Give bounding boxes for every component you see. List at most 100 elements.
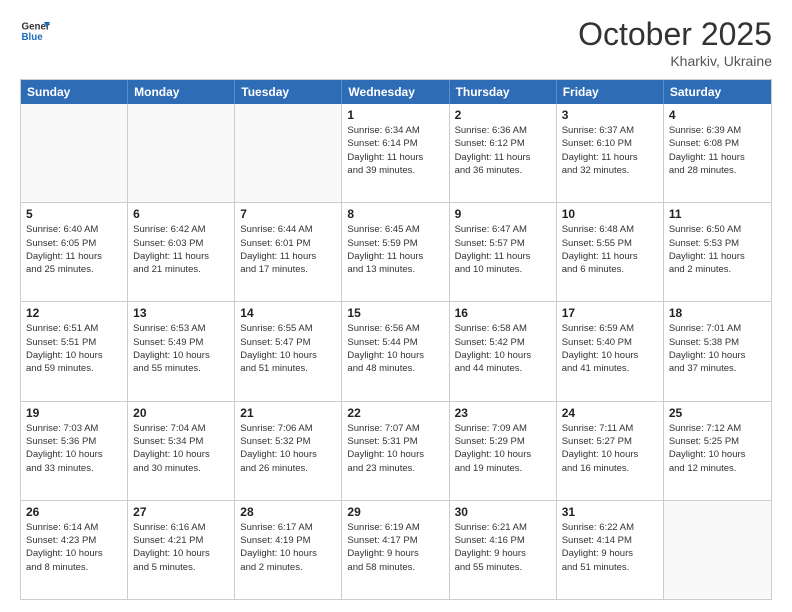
day-number: 3 (562, 108, 658, 122)
calendar-cell: 19Sunrise: 7:03 AM Sunset: 5:36 PM Dayli… (21, 402, 128, 500)
calendar-cell: 15 Sunrise: 6:56 AM Sunset: 5:44 PM Dayli… (342, 302, 449, 400)
day-info: Sunrise: 6:42 AM Sunset: 6:03 PM Dayligh… (133, 223, 229, 276)
day-number: 26 (26, 505, 122, 519)
day-number: 8 (347, 207, 443, 221)
calendar-cell: 20Sunrise: 7:04 AM Sunset: 5:34 PM Dayli… (128, 402, 235, 500)
day-number: 7 (240, 207, 336, 221)
header: General Blue October 2025 Kharkiv, Ukrai… (20, 16, 772, 69)
svg-text:Blue: Blue (22, 32, 44, 43)
calendar-cell (128, 104, 235, 202)
day-number: 10 (562, 207, 658, 221)
calendar-cell: 1 Sunrise: 6:34 AM Sunset: 6:14 PM Daylig… (342, 104, 449, 202)
logo: General Blue (20, 16, 50, 46)
day-info: Sunrise: 6:39 AM Sunset: 6:08 PM Dayligh… (669, 124, 766, 177)
day-number: 25 (669, 406, 766, 420)
calendar-cell: 6 Sunrise: 6:42 AM Sunset: 6:03 PM Daylig… (128, 203, 235, 301)
calendar-cell: 27 Sunrise: 6:16 AM Sunset: 4:21 PM Dayli… (128, 501, 235, 599)
title-block: October 2025 Kharkiv, Ukraine (578, 16, 772, 69)
day-number: 18 (669, 306, 766, 320)
day-number: 12 (26, 306, 122, 320)
calendar-cell: 12 Sunrise: 6:51 AM Sunset: 5:51 PM Dayli… (21, 302, 128, 400)
day-info: Sunrise: 6:44 AM Sunset: 6:01 PM Dayligh… (240, 223, 336, 276)
calendar-cell: 11 Sunrise: 6:50 AM Sunset: 5:53 PM Dayli… (664, 203, 771, 301)
day-info: Sunrise: 6:59 AM Sunset: 5:40 PM Dayligh… (562, 322, 658, 375)
location: Kharkiv, Ukraine (578, 53, 772, 69)
day-number: 13 (133, 306, 229, 320)
day-number: 17 (562, 306, 658, 320)
day-info: Sunrise: 6:19 AM Sunset: 4:17 PM Dayligh… (347, 521, 443, 574)
day-number: 5 (26, 207, 122, 221)
calendar-row: 12 Sunrise: 6:51 AM Sunset: 5:51 PM Dayli… (21, 302, 771, 401)
day-number: 20 (133, 406, 229, 420)
calendar-cell: 7 Sunrise: 6:44 AM Sunset: 6:01 PM Daylig… (235, 203, 342, 301)
day-info: Sunrise: 6:51 AM Sunset: 5:51 PM Dayligh… (26, 322, 122, 375)
day-number: 19 (26, 406, 122, 420)
day-info: Sunrise: 6:14 AM Sunset: 4:23 PM Dayligh… (26, 521, 122, 574)
page: General Blue October 2025 Kharkiv, Ukrai… (0, 0, 792, 612)
calendar-cell (21, 104, 128, 202)
day-info: Sunrise: 7:12 AM Sunset: 5:25 PM Dayligh… (669, 422, 766, 475)
calendar: SundayMondayTuesdayWednesdayThursdayFrid… (20, 79, 772, 600)
calendar-cell: 29 Sunrise: 6:19 AM Sunset: 4:17 PM Dayli… (342, 501, 449, 599)
day-number: 30 (455, 505, 551, 519)
day-number: 14 (240, 306, 336, 320)
calendar-cell (664, 501, 771, 599)
day-info: Sunrise: 6:22 AM Sunset: 4:14 PM Dayligh… (562, 521, 658, 574)
day-number: 11 (669, 207, 766, 221)
day-info: Sunrise: 6:21 AM Sunset: 4:16 PM Dayligh… (455, 521, 551, 574)
calendar-cell: 9 Sunrise: 6:47 AM Sunset: 5:57 PM Daylig… (450, 203, 557, 301)
day-info: Sunrise: 6:34 AM Sunset: 6:14 PM Dayligh… (347, 124, 443, 177)
day-info: Sunrise: 7:01 AM Sunset: 5:38 PM Dayligh… (669, 322, 766, 375)
calendar-cell: 24Sunrise: 7:11 AM Sunset: 5:27 PM Dayli… (557, 402, 664, 500)
day-info: Sunrise: 6:40 AM Sunset: 6:05 PM Dayligh… (26, 223, 122, 276)
day-info: Sunrise: 7:06 AM Sunset: 5:32 PM Dayligh… (240, 422, 336, 475)
day-number: 29 (347, 505, 443, 519)
calendar-row: 19Sunrise: 7:03 AM Sunset: 5:36 PM Dayli… (21, 402, 771, 501)
calendar-cell: 3Sunrise: 6:37 AM Sunset: 6:10 PM Daylig… (557, 104, 664, 202)
day-info: Sunrise: 6:16 AM Sunset: 4:21 PM Dayligh… (133, 521, 229, 574)
day-info: Sunrise: 6:53 AM Sunset: 5:49 PM Dayligh… (133, 322, 229, 375)
calendar-cell: 28Sunrise: 6:17 AM Sunset: 4:19 PM Dayli… (235, 501, 342, 599)
weekday-header: Wednesday (342, 80, 449, 104)
weekday-header: Monday (128, 80, 235, 104)
day-number: 1 (347, 108, 443, 122)
day-number: 21 (240, 406, 336, 420)
calendar-row: 1 Sunrise: 6:34 AM Sunset: 6:14 PM Daylig… (21, 104, 771, 203)
day-info: Sunrise: 6:17 AM Sunset: 4:19 PM Dayligh… (240, 521, 336, 574)
month-title: October 2025 (578, 16, 772, 53)
logo-icon: General Blue (20, 16, 50, 46)
calendar-cell: 17 Sunrise: 6:59 AM Sunset: 5:40 PM Dayli… (557, 302, 664, 400)
day-number: 16 (455, 306, 551, 320)
calendar-cell: 13 Sunrise: 6:53 AM Sunset: 5:49 PM Dayli… (128, 302, 235, 400)
day-info: Sunrise: 6:50 AM Sunset: 5:53 PM Dayligh… (669, 223, 766, 276)
calendar-cell (235, 104, 342, 202)
day-info: Sunrise: 6:45 AM Sunset: 5:59 PM Dayligh… (347, 223, 443, 276)
calendar-cell: 30 Sunrise: 6:21 AM Sunset: 4:16 PM Dayli… (450, 501, 557, 599)
day-number: 9 (455, 207, 551, 221)
calendar-body: 1 Sunrise: 6:34 AM Sunset: 6:14 PM Daylig… (21, 104, 771, 599)
weekday-header: Tuesday (235, 80, 342, 104)
calendar-cell: 14 Sunrise: 6:55 AM Sunset: 5:47 PM Dayli… (235, 302, 342, 400)
weekday-header: Friday (557, 80, 664, 104)
day-info: Sunrise: 6:55 AM Sunset: 5:47 PM Dayligh… (240, 322, 336, 375)
day-info: Sunrise: 7:09 AM Sunset: 5:29 PM Dayligh… (455, 422, 551, 475)
day-number: 22 (347, 406, 443, 420)
day-info: Sunrise: 6:56 AM Sunset: 5:44 PM Dayligh… (347, 322, 443, 375)
day-info: Sunrise: 6:36 AM Sunset: 6:12 PM Dayligh… (455, 124, 551, 177)
day-number: 27 (133, 505, 229, 519)
weekday-header: Sunday (21, 80, 128, 104)
day-number: 15 (347, 306, 443, 320)
day-number: 23 (455, 406, 551, 420)
calendar-header: SundayMondayTuesdayWednesdayThursdayFrid… (21, 80, 771, 104)
weekday-header: Thursday (450, 80, 557, 104)
calendar-cell: 23 Sunrise: 7:09 AM Sunset: 5:29 PM Dayli… (450, 402, 557, 500)
day-number: 6 (133, 207, 229, 221)
day-number: 24 (562, 406, 658, 420)
calendar-cell: 5 Sunrise: 6:40 AM Sunset: 6:05 PM Daylig… (21, 203, 128, 301)
calendar-row: 26 Sunrise: 6:14 AM Sunset: 4:23 PM Dayli… (21, 501, 771, 599)
day-number: 2 (455, 108, 551, 122)
day-info: Sunrise: 6:58 AM Sunset: 5:42 PM Dayligh… (455, 322, 551, 375)
calendar-cell: 16 Sunrise: 6:58 AM Sunset: 5:42 PM Dayli… (450, 302, 557, 400)
day-info: Sunrise: 6:47 AM Sunset: 5:57 PM Dayligh… (455, 223, 551, 276)
weekday-header: Saturday (664, 80, 771, 104)
